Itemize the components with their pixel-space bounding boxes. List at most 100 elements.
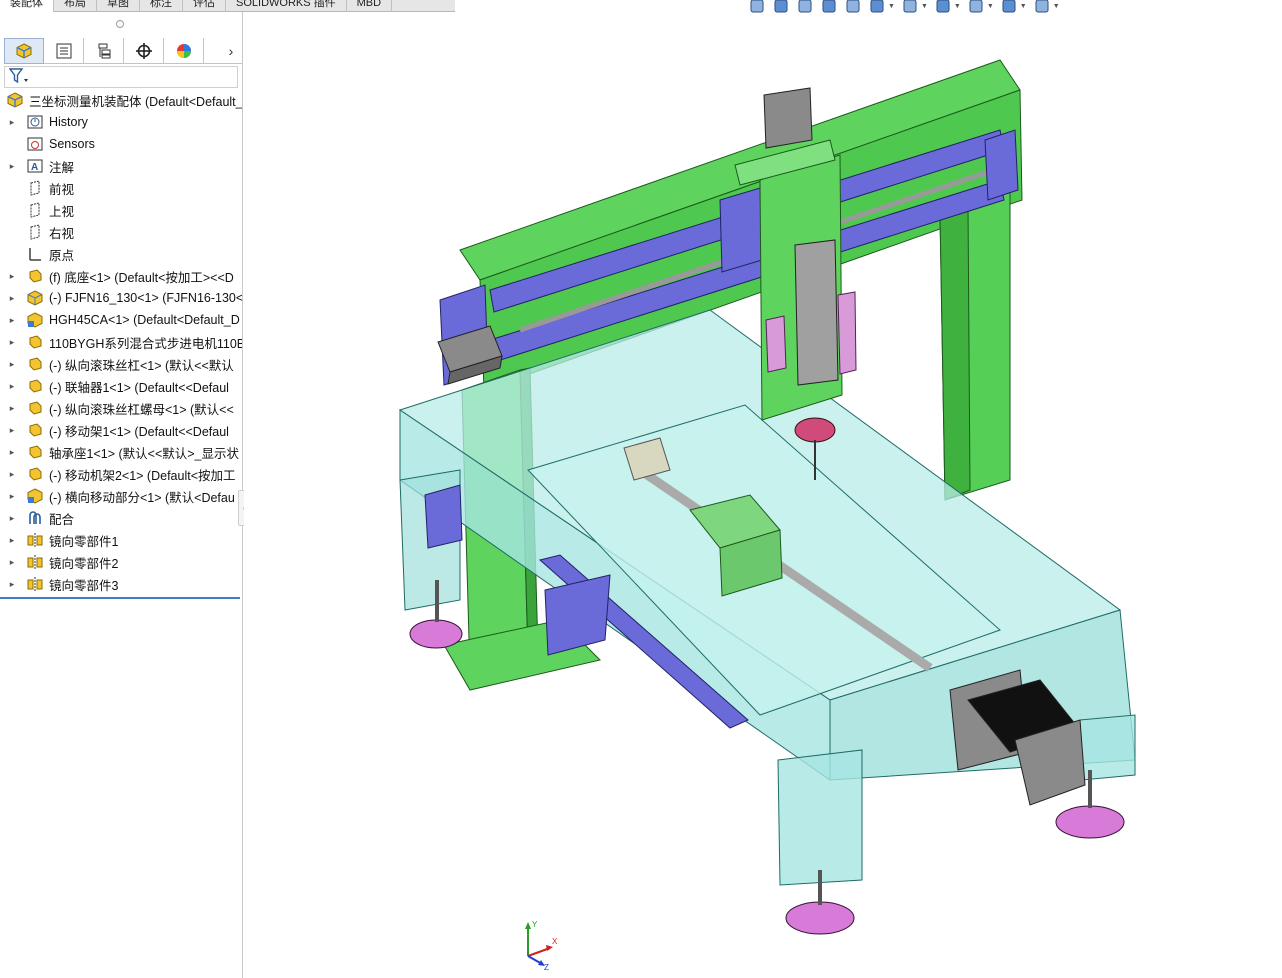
feature-tree-item[interactable]: ▸ 轴承座1<1> (默认<<默认>_显示状	[0, 441, 242, 463]
tab-mbd[interactable]: MBD	[347, 0, 393, 12]
feature-tree-item[interactable]: ▸ 镜向零部件3	[0, 573, 242, 595]
tab-sketch[interactable]: 草图	[97, 0, 140, 12]
dropdown-caret-icon[interactable]: ▼	[888, 3, 895, 10]
expand-arrow-icon[interactable]: ▸	[6, 491, 18, 502]
feature-manager-icon[interactable]	[4, 38, 44, 64]
expand-arrow-icon[interactable]: ▸	[6, 579, 18, 590]
expand-arrow-icon[interactable]: ▸	[6, 513, 18, 524]
feature-tree-item[interactable]: ▸ (-) 移动机架2<1> (Default<按加工	[0, 463, 242, 485]
mates-icon	[26, 509, 44, 527]
feature-tree-item[interactable]: ▸ (-) 纵向滚珠丝杠螺母<1> (默认<<	[0, 397, 242, 419]
model-view[interactable]	[244, 12, 1282, 978]
feature-tree-item-label: 注解	[49, 160, 75, 175]
assembly-icon	[6, 91, 24, 109]
feature-tree-item-label: 右视	[49, 226, 75, 241]
feature-tree-item[interactable]: ▸Sensors	[0, 133, 242, 155]
feature-tree-item-label: 镜向零部件1	[49, 534, 119, 549]
dropdown-caret-icon[interactable]: ▼	[1053, 3, 1060, 10]
dropdown-caret-icon[interactable]: ▼	[1020, 3, 1027, 10]
mirror-component-icon	[26, 531, 44, 549]
pane-splitter-handle[interactable]	[116, 20, 124, 28]
filter-icon[interactable]	[8, 67, 31, 87]
mirror-component-icon	[26, 553, 44, 571]
tab-layout[interactable]: 布局	[54, 0, 97, 12]
feature-tree-item[interactable]: ▸ 配合	[0, 507, 242, 529]
feature-tree-item-label: (-) 移动架1<1> (Default<<Defaul	[49, 424, 229, 439]
reference-triad[interactable]: Y X Z	[516, 918, 560, 970]
feature-tree-item[interactable]: ▸右视	[0, 221, 242, 243]
dropdown-caret-icon[interactable]: ▼	[987, 3, 994, 10]
view-settings-icon[interactable]	[1033, 0, 1051, 15]
expand-arrow-icon[interactable]: ▸	[6, 117, 18, 128]
feature-tree-item[interactable]: ▸ (f) 底座<1> (Default<按加工><<D	[0, 265, 242, 287]
feature-tree-item-label: (f) 底座<1> (Default<按加工><<D	[49, 270, 234, 285]
dynamic-annotation-icon[interactable]	[844, 0, 862, 15]
feature-tree-item[interactable]: ▸ 镜向零部件2	[0, 551, 242, 573]
expand-arrow-icon[interactable]: ▸	[6, 359, 18, 370]
zoom-to-fit-icon[interactable]	[748, 0, 766, 15]
hide-show-icon[interactable]	[934, 0, 952, 15]
feature-tree-item[interactable]: ▸ (-) 横向移动部分<1> (默认<Defau	[0, 485, 242, 507]
tab-assembly[interactable]: 装配体	[0, 0, 54, 12]
edit-appearance-icon[interactable]	[967, 0, 985, 15]
expand-arrow-icon[interactable]: ▸	[6, 447, 18, 458]
section-view-icon[interactable]	[820, 0, 838, 15]
tab-evaluate[interactable]: 评估	[183, 0, 226, 12]
part-icon	[26, 333, 44, 351]
feature-tree-item[interactable]: ▸ HGH45CA<1> (Default<Default_D	[0, 309, 242, 331]
part-icon	[26, 465, 44, 483]
feature-tree-item-label: (-) 移动机架2<1> (Default<按加工	[49, 468, 236, 483]
feature-tree-root[interactable]: 三坐标测量机装配体 (Default<Default_	[0, 89, 242, 111]
feature-tree-item[interactable]: ▸ 镜向零部件1	[0, 529, 242, 551]
graphics-viewport[interactable]: Y X Z	[244, 12, 1282, 978]
pane-tabs-more-arrow-icon[interactable]: ›	[220, 38, 242, 64]
feature-tree-item[interactable]: ▸ (-) FJFN16_130<1> (FJFN16-130<	[0, 287, 242, 309]
expand-arrow-icon[interactable]: ▸	[6, 535, 18, 546]
expand-arrow-icon[interactable]: ▸	[6, 315, 18, 326]
feature-tree-item[interactable]: ▸ 110BYGH系列混合式步进电机110B	[0, 331, 242, 353]
feature-tree-item[interactable]: ▸ A 注解	[0, 155, 242, 177]
dimxpert-icon[interactable]	[124, 38, 164, 64]
feature-tree-item[interactable]: ▸ History	[0, 111, 242, 133]
plane-icon	[26, 179, 44, 197]
feature-manager-pane: › 三坐标测量机装配体 (Default<Default_ ▸ History ▸S…	[0, 12, 250, 978]
feature-tree-item[interactable]: ▸ (-) 联轴器1<1> (Default<<Defaul	[0, 375, 242, 397]
expand-arrow-icon[interactable]: ▸	[6, 293, 18, 304]
expand-arrow-icon[interactable]: ▸	[6, 161, 18, 172]
dropdown-caret-icon[interactable]: ▼	[954, 3, 961, 10]
tab-markup[interactable]: 标注	[140, 0, 183, 12]
feature-tree-item[interactable]: ▸上视	[0, 199, 242, 221]
feature-tree-filter[interactable]	[4, 66, 238, 88]
expand-arrow-icon[interactable]: ▸	[6, 381, 18, 392]
sensors-icon	[26, 135, 44, 153]
feature-tree-item-label: 前视	[49, 182, 75, 197]
feature-tree-item[interactable]: ▸前视	[0, 177, 242, 199]
feature-tree-item-label: (-) 联轴器1<1> (Default<<Defaul	[49, 380, 229, 395]
expand-arrow-icon[interactable]: ▸	[6, 271, 18, 282]
expand-arrow-icon[interactable]: ▸	[6, 337, 18, 348]
tab-solidworks-addins[interactable]: SOLIDWORKS 插件	[226, 0, 347, 12]
dropdown-caret-icon[interactable]: ▼	[921, 3, 928, 10]
configuration-manager-icon[interactable]	[84, 38, 124, 64]
plane-icon	[26, 223, 44, 241]
feature-tree-item-label: History	[49, 115, 88, 129]
display-manager-icon[interactable]	[164, 38, 204, 64]
previous-view-icon[interactable]	[796, 0, 814, 15]
feature-tree-item[interactable]: ▸ (-) 移动架1<1> (Default<<Defaul	[0, 419, 242, 441]
feature-tree-item[interactable]: ▸ (-) 纵向滚珠丝杠<1> (默认<<默认	[0, 353, 242, 375]
triad-z-label: Z	[544, 963, 549, 970]
expand-arrow-icon[interactable]: ▸	[6, 469, 18, 480]
expand-arrow-icon[interactable]: ▸	[6, 557, 18, 568]
scene-icon[interactable]	[1000, 0, 1018, 15]
feature-tree-item[interactable]: ▸原点	[0, 243, 242, 265]
display-style-icon[interactable]	[901, 0, 919, 15]
expand-arrow-icon[interactable]: ▸	[6, 425, 18, 436]
feature-tree-item-label: 110BYGH系列混合式步进电机110B	[49, 336, 242, 351]
y-axis-arrowhead	[525, 922, 531, 929]
property-manager-icon[interactable]	[44, 38, 84, 64]
zoom-area-icon[interactable]	[772, 0, 790, 15]
command-manager-tabs: 装配体 布局 草图 标注 评估 SOLIDWORKS 插件 MBD	[0, 0, 455, 12]
subassembly-edit-icon	[26, 487, 44, 505]
expand-arrow-icon[interactable]: ▸	[6, 403, 18, 414]
view-orientation-icon[interactable]	[868, 0, 886, 15]
